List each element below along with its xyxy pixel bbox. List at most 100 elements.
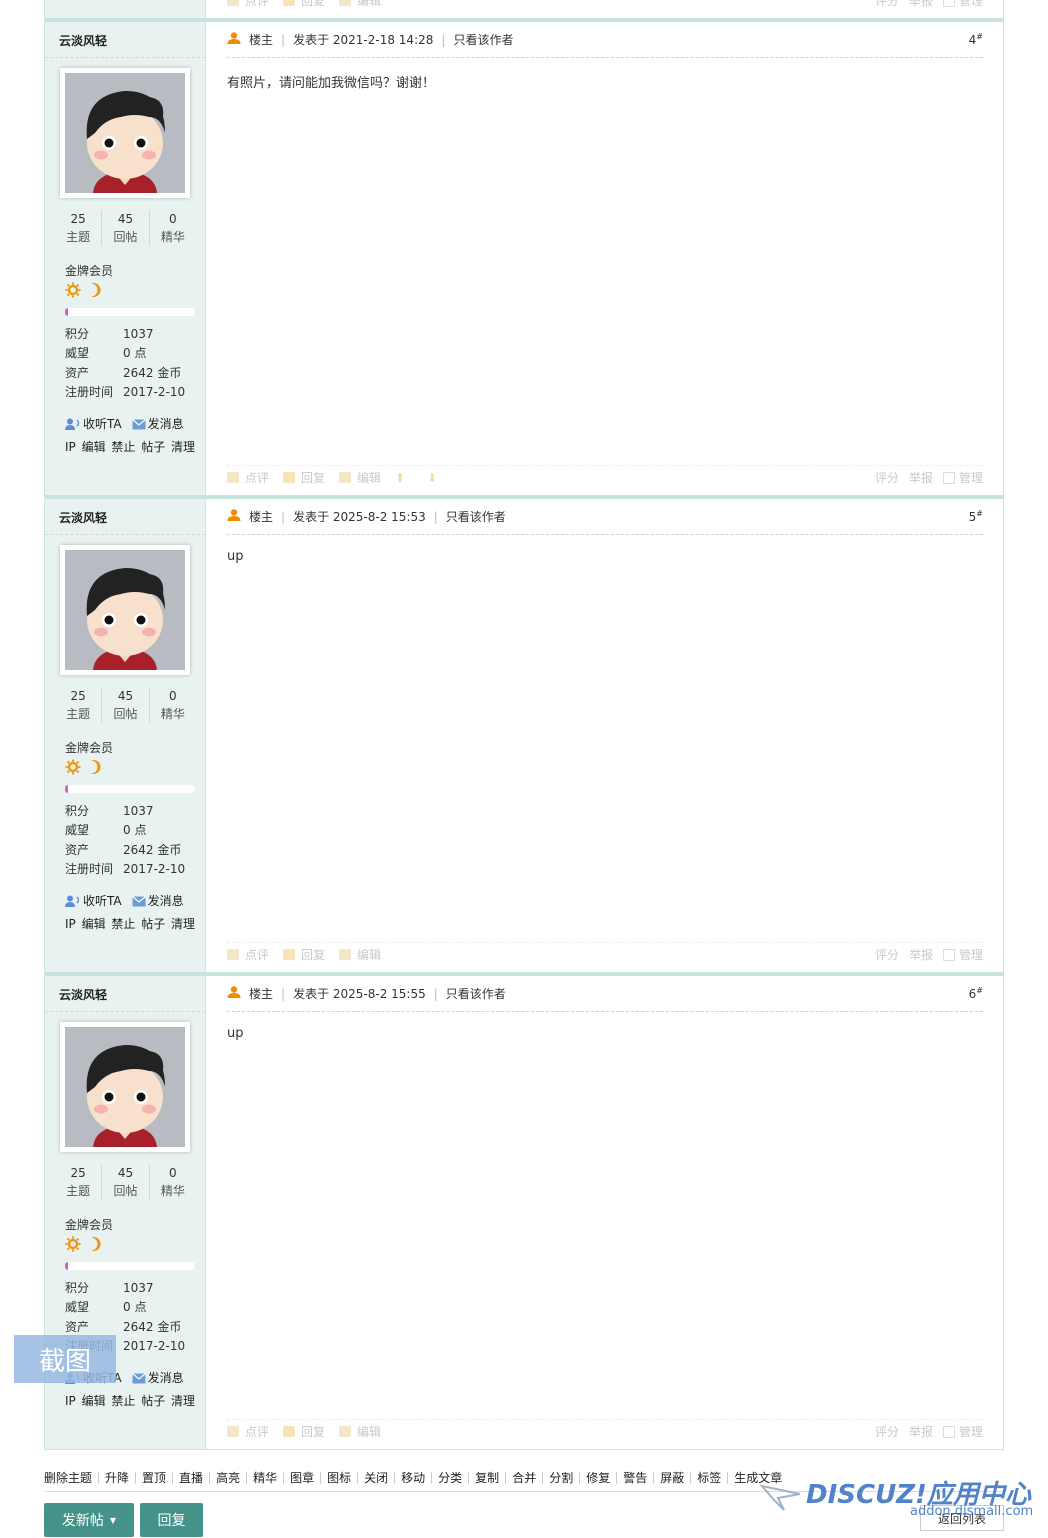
floor-number[interactable]: 4# [969,32,983,47]
reply-action[interactable]: 回复 [283,0,325,9]
user-group[interactable]: 金牌会员 [65,1216,113,1233]
send-message-link[interactable]: 发消息 [131,415,184,433]
profile-key: 威望 [65,346,90,361]
follow-link[interactable]: 收听TA [65,892,122,910]
rate-link[interactable]: 评分 [875,469,899,486]
mod-action[interactable]: 删除主题 [44,1471,100,1484]
manage-checkbox[interactable] [942,1426,955,1438]
user-group[interactable]: 金牌会员 [65,739,113,756]
mod-action[interactable]: 复制 [469,1471,507,1484]
follow-link[interactable]: 收听TA [65,415,122,433]
stat-threads[interactable]: 25 主题 [55,687,103,723]
author-sidebar: 云淡风轻 25 主题 45 回帖 0 精华 金牌会员 积分 1037 威望 0 … [45,22,206,495]
stat-replies[interactable]: 45 回帖 [102,210,150,246]
mod-action[interactable]: 直播 [173,1471,211,1484]
mod-action[interactable]: 分割 [543,1471,581,1484]
mod-action[interactable]: 合并 [506,1471,544,1484]
floor-number[interactable]: 5# [969,509,983,524]
mod-action[interactable]: 高亮 [210,1471,248,1484]
watermark-url: addon.dismall.com [910,1504,1034,1519]
author-name[interactable]: 云淡风轻 [59,32,107,49]
stat-digest[interactable]: 0 精华 [150,687,196,723]
new-thread-button[interactable]: 发新帖 ▼ [44,1503,134,1537]
moon-icon [91,760,101,774]
mod-action[interactable]: 图标 [321,1471,359,1484]
avatar[interactable] [60,1022,190,1152]
manage-checkbox[interactable] [942,0,955,7]
user-group[interactable]: 金牌会员 [65,262,113,279]
report-link[interactable]: 举报 [909,946,933,963]
manage-checkbox-wrap[interactable]: 管理 [942,0,983,9]
post-time: 发表于 2025-8-2 15:53 [293,510,426,524]
mod-action[interactable]: 置顶 [136,1471,174,1484]
mod-action[interactable]: 屏蔽 [654,1471,692,1484]
edit-action[interactable]: 编辑 [339,946,381,963]
header-separator: | [441,32,446,47]
mod-action[interactable]: 警告 [617,1471,655,1484]
author-name[interactable]: 云淡风轻 [59,986,107,1003]
only-author-link[interactable]: 只看该作者 [453,31,513,48]
only-author-link[interactable]: 只看该作者 [446,508,506,525]
manage-checkbox[interactable] [942,949,955,961]
mod-action[interactable]: 精华 [247,1471,285,1484]
moderator-links[interactable]: IP 编辑 禁止 帖子 清理 [65,1392,195,1409]
comment-action[interactable]: 点评 [227,946,269,963]
rate-link[interactable]: 评分 [875,946,899,963]
avatar[interactable] [60,68,190,198]
manage-checkbox[interactable] [942,472,955,484]
stat-digest[interactable]: 0 精华 [150,210,196,246]
manage-label: 管理 [958,471,983,485]
manage-checkbox-wrap[interactable]: 管理 [942,946,983,963]
mod-action[interactable]: 升降 [99,1471,137,1484]
author-links: 收听TA 发消息 [65,892,184,910]
mod-action[interactable]: 修复 [580,1471,618,1484]
rate-link[interactable]: 评分 [875,1423,899,1440]
stat-replies[interactable]: 45 回帖 [102,687,150,723]
edit-action[interactable]: 编辑 [339,469,381,486]
stat-threads[interactable]: 25 主题 [55,210,103,246]
mod-action[interactable]: 标签 [691,1471,729,1484]
screenshot-tool-button[interactable]: 截图 [14,1335,116,1383]
stat-replies[interactable]: 45 回帖 [102,1164,150,1200]
oppose-arrow-down-icon[interactable]: ⬇ [427,471,437,485]
edit-action[interactable]: 编辑 [339,0,381,9]
profile-info: 积分 1037 威望 0 点 资产 2642 金币 注册时间 2017-2-10 [65,802,185,879]
rank-icons [65,1236,105,1255]
only-author-link[interactable]: 只看该作者 [446,985,506,1002]
report-link[interactable]: 举报 [909,0,933,9]
send-message-link[interactable]: 发消息 [131,892,184,910]
stat-digest[interactable]: 0 精华 [150,1164,196,1200]
send-message-link[interactable]: 发消息 [131,1369,184,1387]
mod-action[interactable]: 图章 [284,1471,322,1484]
mod-action[interactable]: 关闭 [358,1471,396,1484]
support-arrow-up-icon[interactable]: ⬆ [395,471,405,485]
mod-action[interactable]: 移动 [395,1471,433,1484]
moderator-links[interactable]: IP 编辑 禁止 帖子 清理 [65,438,195,455]
manage-checkbox-wrap[interactable]: 管理 [942,1423,983,1440]
report-link[interactable]: 举报 [909,469,933,486]
comment-action[interactable]: 点评 [227,469,269,486]
comment-action[interactable]: 点评 [227,1423,269,1440]
reply-action[interactable]: 回复 [283,1423,325,1440]
avatar[interactable] [60,545,190,675]
manage-checkbox-wrap[interactable]: 管理 [942,469,983,486]
thread-container: 点评 回复 编辑 评分 举报 管理 [44,0,1004,18]
comment-icon [227,1426,239,1437]
profile-value: 1037 [123,1281,154,1295]
report-link[interactable]: 举报 [909,1423,933,1440]
author-name[interactable]: 云淡风轻 [59,509,107,526]
edit-action[interactable]: 编辑 [339,1423,381,1440]
moderator-links[interactable]: IP 编辑 禁止 帖子 清理 [65,915,195,932]
comment-action[interactable]: 点评 [227,0,269,9]
floor-number[interactable]: 6# [969,986,983,1001]
reply-action[interactable]: 回复 [283,946,325,963]
profile-value: 2017-2-10 [123,861,186,876]
stat-threads[interactable]: 25 主题 [55,1164,103,1200]
comment-icon [227,472,239,483]
header-separator: | [433,986,438,1001]
reply-button[interactable]: 回复 [140,1503,203,1537]
mod-action[interactable]: 分类 [432,1471,470,1484]
reply-action[interactable]: 回复 [283,469,325,486]
rate-link[interactable]: 评分 [875,0,899,9]
author-role-label: 楼主 [249,987,274,1001]
